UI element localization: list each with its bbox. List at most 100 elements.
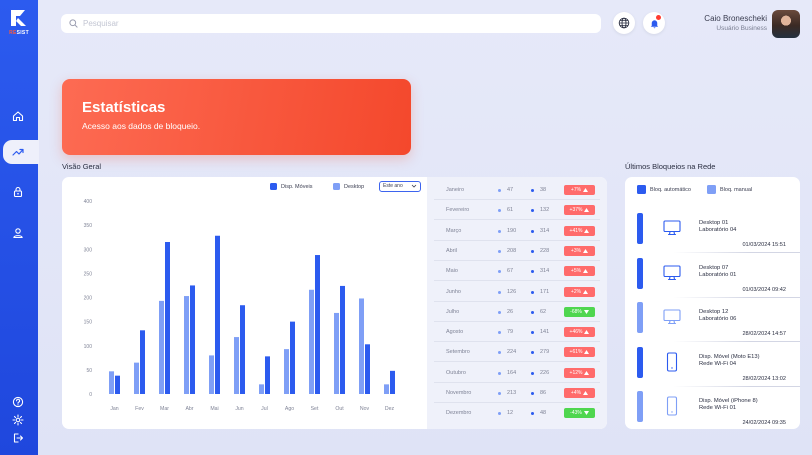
recent-blocks-title: Últimos Bloqueios na Rede — [625, 162, 716, 171]
divider — [673, 252, 800, 253]
mobile-value: 190 — [507, 227, 517, 234]
change-value: +46% — [569, 329, 583, 336]
arrow-up-icon — [583, 391, 589, 395]
bar-mobile[interactable] — [340, 285, 345, 394]
monthly-table: Janeiro 47 38 +7% Fevereiro 61 132 +37% Março 190… — [427, 177, 607, 429]
app-logo[interactable]: RESIST — [6, 8, 32, 36]
bar-desktop[interactable] — [209, 355, 214, 394]
bar-desktop[interactable] — [134, 362, 139, 394]
mobile-dot — [531, 209, 534, 213]
block-list-item[interactable]: Desktop 07 Laboratório 01 01/03/2024 09:42 — [625, 255, 800, 299]
mobile-dot — [531, 351, 534, 355]
table-row: Outubro 164 226 +12% — [434, 363, 600, 383]
desktop-value: 226 — [540, 369, 550, 376]
change-badge: +46% — [564, 327, 595, 338]
bar-mobile[interactable] — [165, 242, 170, 394]
change-value: +41% — [569, 227, 583, 234]
change-badge: +37% — [564, 205, 595, 216]
lock-icon[interactable] — [10, 184, 26, 200]
table-row: Fevereiro 61 132 +37% — [434, 200, 600, 221]
bar-desktop[interactable] — [384, 384, 389, 394]
desktop-icon — [661, 306, 683, 328]
search-input[interactable] — [83, 19, 583, 28]
desktop-dot — [498, 249, 501, 253]
bar-desktop[interactable] — [184, 296, 189, 394]
table-row: Abril 208 228 +3% — [434, 241, 600, 261]
user-icon[interactable] — [10, 225, 26, 241]
mobile-value: 12 — [507, 410, 514, 417]
block-list-item[interactable]: Disp. Móvel (iPhone 8) Rede Wi-Fi 01 24/02… — [625, 388, 800, 429]
search-bar[interactable] — [61, 14, 601, 33]
phone-icon — [661, 395, 683, 417]
month-label: Setembro — [446, 349, 470, 356]
arrow-up-icon — [584, 350, 590, 355]
desktop-value: 314 — [540, 227, 550, 234]
desktop-dot — [498, 189, 501, 192]
desktop-dot — [498, 310, 501, 314]
change-value: +7% — [570, 187, 582, 193]
bar-desktop[interactable] — [309, 289, 314, 394]
bar-desktop[interactable] — [259, 384, 264, 394]
block-device: Desktop 12 — [699, 309, 729, 315]
bar-mobile[interactable] — [365, 344, 370, 394]
mobile-value: 164 — [507, 369, 517, 376]
bar-mobile[interactable] — [390, 370, 395, 394]
bar-mobile[interactable] — [290, 321, 295, 394]
block-location: Laboratório 06 — [699, 316, 737, 322]
user-role: Usuário Business — [716, 25, 767, 32]
bar-desktop[interactable] — [334, 312, 339, 394]
block-location: Rede Wi-Fi 04 — [699, 360, 737, 367]
block-list-item[interactable]: Desktop 01 Laboratório 04 01/03/2024 15:51 — [625, 210, 800, 254]
bar-mobile[interactable] — [115, 375, 120, 394]
desktop-dot — [498, 351, 501, 355]
statistics-icon[interactable] — [10, 144, 26, 160]
notifications-button[interactable] — [643, 12, 665, 34]
bar-desktop[interactable] — [234, 337, 239, 394]
desktop-icon — [661, 262, 683, 284]
bar-desktop[interactable] — [109, 371, 114, 394]
x-tick-label: Out — [335, 406, 344, 412]
table-row: Novembro 213 86 +4% — [434, 383, 600, 403]
y-tick-label: 250 — [84, 271, 93, 277]
desktop-icon — [661, 217, 683, 239]
y-tick-label: 0 — [89, 392, 92, 398]
mobile-dot — [531, 290, 534, 294]
desktop-value: 38 — [540, 187, 547, 193]
month-label: Janeiro — [446, 187, 465, 193]
block-mode-bar — [637, 213, 643, 244]
block-list-item[interactable]: Disp. Móvel (Moto E13) Rede Wi-Fi 04 28/02… — [625, 344, 800, 388]
bar-desktop[interactable] — [159, 300, 164, 394]
desktop-dot — [498, 290, 501, 294]
divider — [673, 296, 800, 298]
block-device: Disp. Móvel (Moto E13) — [699, 353, 760, 360]
legend-manual: Bloq. manual — [707, 185, 752, 194]
block-mode-bar — [637, 391, 643, 422]
bar-mobile[interactable] — [215, 235, 220, 394]
bar-desktop[interactable] — [359, 298, 364, 394]
y-tick-label: 350 — [84, 223, 93, 229]
bar-mobile[interactable] — [265, 356, 270, 394]
bar-mobile[interactable] — [240, 305, 245, 394]
month-label: Maio — [446, 268, 458, 275]
language-button[interactable] — [613, 12, 635, 34]
home-icon[interactable] — [10, 108, 26, 124]
desktop-dot — [498, 331, 501, 335]
page-subtitle: Acesso aos dados de bloqueio. — [82, 121, 201, 131]
avatar[interactable] — [772, 10, 800, 38]
block-list-item[interactable]: Desktop 12 Laboratório 06 28/02/2024 14:57 — [625, 299, 800, 343]
mobile-dot — [531, 270, 534, 274]
change-value: +12% — [569, 369, 583, 376]
bar-mobile[interactable] — [190, 285, 195, 394]
block-date: 24/02/2024 09:35 — [742, 420, 786, 426]
mobile-value: 26 — [507, 308, 514, 315]
x-tick-label: Dez — [385, 406, 395, 412]
bar-desktop[interactable] — [284, 349, 289, 394]
change-badge: +41% — [564, 225, 595, 236]
logout-icon[interactable] — [10, 430, 26, 446]
bar-mobile[interactable] — [140, 330, 145, 394]
settings-icon[interactable] — [10, 412, 26, 428]
bar-mobile[interactable] — [315, 255, 320, 394]
desktop-value: 228 — [540, 247, 550, 254]
help-icon[interactable] — [10, 394, 26, 410]
statistics-banner: Estatísticas Acesso aos dados de bloquei… — [62, 79, 411, 155]
